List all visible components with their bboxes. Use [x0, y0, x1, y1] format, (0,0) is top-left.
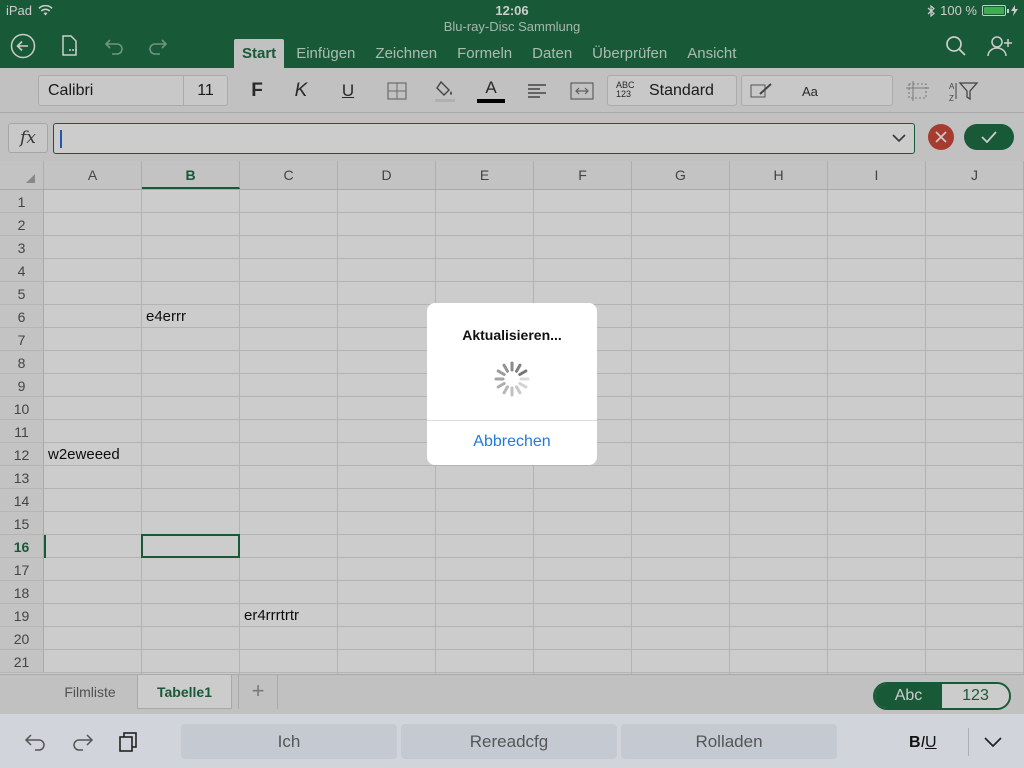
dialog-title: Aktualisieren... [462, 327, 562, 343]
suggestion-rereadcfg[interactable]: Rereadcfg [401, 724, 617, 759]
keyboard-undo-icon[interactable] [23, 730, 49, 754]
keyboard-redo-icon[interactable] [69, 730, 95, 754]
suggestion-rolladen[interactable]: Rolladen [621, 724, 837, 759]
keyboard-shortcut-bar: Ich Rereadcfg Rolladen BIU [0, 714, 1024, 768]
hide-keyboard-chevron-icon[interactable] [980, 730, 1006, 754]
paste-icon[interactable] [115, 730, 141, 754]
suggestion-ich[interactable]: Ich [181, 724, 397, 759]
loading-spinner-icon [494, 361, 530, 397]
abbrechen-button[interactable]: Abbrechen [427, 421, 597, 465]
refresh-dialog: Aktualisieren... Abbrechen [427, 303, 597, 465]
format-biu-button[interactable]: BIU [909, 734, 937, 752]
divider [968, 728, 969, 756]
